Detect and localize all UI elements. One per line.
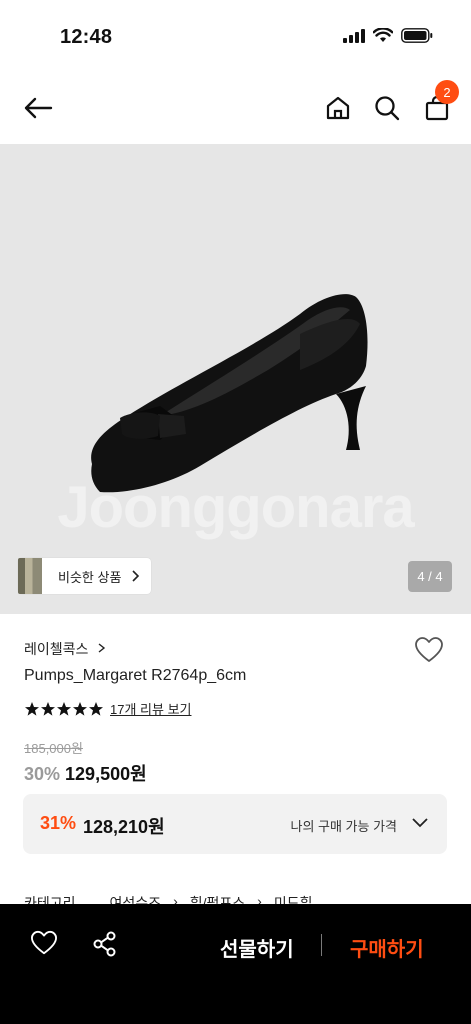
like-button[interactable] <box>30 930 58 961</box>
product-image[interactable]: Joonggonara <box>0 144 471 614</box>
brand-link[interactable]: 레이첼콕스 <box>24 639 108 659</box>
sale-price: 129,500원 <box>65 764 147 784</box>
back-button[interactable] <box>20 90 56 126</box>
buy-button[interactable]: 구매하기 <box>350 933 424 962</box>
bottom-action-bar: 선물하기 구매하기 <box>0 904 471 1024</box>
original-price: 185,000원 <box>24 741 83 756</box>
similar-products-button[interactable]: 비슷한 상품 <box>18 558 151 594</box>
discount-rate: 30% <box>24 764 61 784</box>
similar-product-thumbnail <box>18 558 42 594</box>
star-icon <box>57 701 71 716</box>
gift-button[interactable]: 선물하기 <box>220 933 294 962</box>
my-price-box[interactable]: 31% 128,210원 나의 구매 가능 가격 <box>23 794 447 854</box>
arrow-left-icon <box>24 97 53 119</box>
chevron-down-icon <box>412 818 428 828</box>
star-icon <box>25 701 39 716</box>
heart-icon <box>31 930 57 955</box>
cart-count-badge: 2 <box>435 80 459 104</box>
star-icon <box>41 701 55 716</box>
my-price: 128,210원 <box>83 817 165 837</box>
pump-shoe-image <box>91 294 368 493</box>
home-button[interactable] <box>320 90 356 126</box>
star-icon <box>73 701 87 716</box>
watermark: Joonggonara <box>57 475 414 540</box>
share-button[interactable] <box>91 930 119 963</box>
wifi-icon <box>373 28 393 42</box>
image-counter: 4 / 4 <box>408 561 452 592</box>
star-icon <box>89 701 103 716</box>
share-icon <box>93 931 116 957</box>
status-time: 12:48 <box>60 26 113 48</box>
rating-row: 17개 리뷰 보기 <box>24 699 191 718</box>
search-icon <box>375 96 400 121</box>
heart-icon <box>415 637 443 662</box>
similar-products-label: 비슷한 상품 <box>58 569 122 585</box>
review-link[interactable]: 17개 리뷰 보기 <box>110 699 191 718</box>
home-icon <box>326 96 350 120</box>
divider <box>321 934 322 956</box>
chevron-right-icon <box>98 643 106 653</box>
status-icons <box>343 28 433 43</box>
my-discount-rate: 31% <box>40 813 77 833</box>
battery-icon <box>401 28 433 43</box>
signal-icon <box>343 28 365 43</box>
brand-name: 레이첼콕스 <box>24 641 89 657</box>
chevron-right-icon <box>132 570 140 582</box>
product-name: Pumps_Margaret R2764p_6cm <box>24 667 247 684</box>
search-button[interactable] <box>369 90 405 126</box>
my-price-label: 나의 구매 가능 가격 <box>290 819 397 834</box>
wishlist-button[interactable] <box>414 636 444 669</box>
price-row: 30% 129,500원 <box>24 760 147 786</box>
